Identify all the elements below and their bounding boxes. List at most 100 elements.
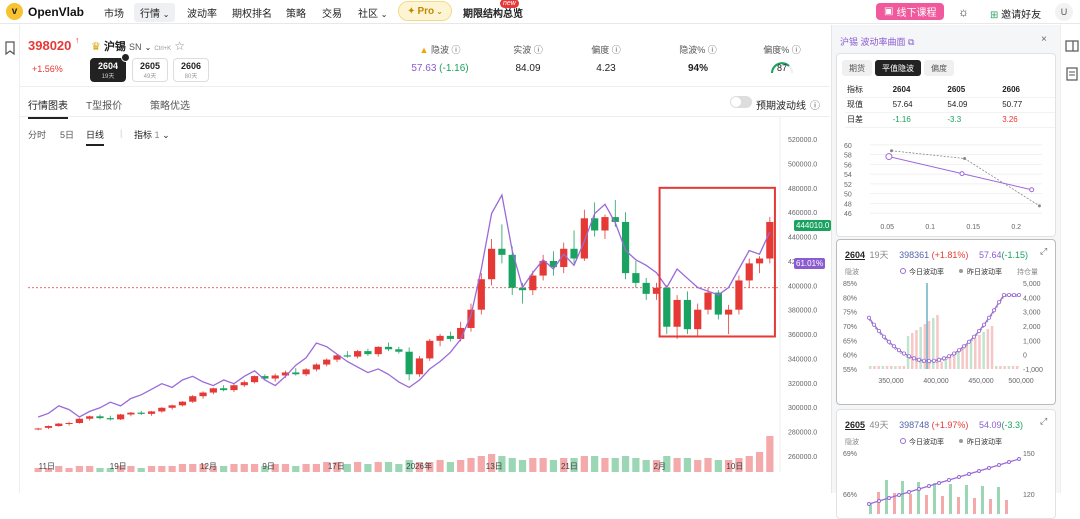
- bookmark-icon[interactable]: [4, 41, 16, 55]
- y2-tick-label: -1,000: [1023, 367, 1043, 374]
- help-icon[interactable]: ⓘ: [451, 45, 460, 55]
- y-tick-label: 60%: [843, 353, 857, 360]
- y2-tick-label: 4,000: [1023, 295, 1041, 302]
- candle-body: [384, 346, 393, 350]
- nav-item-trade[interactable]: 交易: [322, 5, 342, 20]
- expand-icon[interactable]: ⤢: [1040, 416, 1047, 427]
- logo[interactable]: v OpenVlab: [6, 3, 84, 20]
- data-point: [1037, 204, 1041, 208]
- expected-vol-toggle[interactable]: [730, 96, 752, 108]
- oi-bar: [965, 344, 969, 369]
- data-point: [885, 153, 893, 161]
- tab-skew[interactable]: 偏度: [924, 60, 954, 76]
- legend-marker: [959, 269, 963, 273]
- table-cell: 50.77: [1000, 97, 1055, 113]
- metric-value: 87: [776, 63, 787, 73]
- help-icon[interactable]: ⓘ: [792, 45, 801, 55]
- y-tick-label: 400000.0: [788, 283, 817, 290]
- oi-bar: [1007, 366, 1011, 369]
- candle-body: [230, 385, 238, 391]
- volume-bar: [508, 458, 516, 472]
- volume-bar: [704, 458, 712, 472]
- tab-strategy[interactable]: 策略优选: [150, 97, 190, 112]
- symbol-selector[interactable]: ♛ 沪锡 SN ⌄ Ctrl+K ☆: [91, 38, 185, 54]
- data-point: [981, 322, 986, 327]
- x-tick-label: 17日: [328, 462, 345, 471]
- y-tick-label: 66%: [843, 492, 857, 499]
- contract-tab-2604[interactable]: 2604 19天: [90, 58, 126, 82]
- star-icon[interactable]: ☆: [174, 39, 185, 53]
- oi-bar: [877, 492, 880, 514]
- tab-t-quote[interactable]: T型报价: [86, 97, 122, 112]
- oi-bar: [902, 366, 906, 369]
- contract-days: 19天: [101, 74, 115, 80]
- invite-friends-link[interactable]: ⊞ 邀请好友: [990, 6, 1041, 21]
- oi-bar: [997, 487, 1000, 514]
- nav-item-community[interactable]: 社区 ⌄: [358, 5, 387, 20]
- table-header: 指标: [845, 82, 891, 98]
- contract-tab-2605[interactable]: 2605 49天: [132, 58, 168, 82]
- help-icon[interactable]: ⓘ: [708, 45, 717, 55]
- document-icon[interactable]: [1065, 67, 1079, 81]
- candle-body: [240, 382, 248, 386]
- help-icon[interactable]: ⓘ: [810, 97, 820, 112]
- oi-bar: [944, 359, 948, 369]
- tab-chart[interactable]: 行情图表: [28, 97, 68, 119]
- avatar[interactable]: U: [1055, 3, 1073, 21]
- y-tick-label: 55%: [843, 367, 857, 374]
- x-tick-label: 21日: [561, 462, 578, 471]
- nav-item-quotes[interactable]: 行情 ⌄: [134, 3, 176, 22]
- candle-body: [147, 411, 156, 414]
- oi-bar: [1011, 366, 1015, 369]
- candle-body: [570, 248, 578, 259]
- help-icon[interactable]: ⓘ: [612, 45, 621, 55]
- candlestick-chart[interactable]: 520000.0 500000.0 480000.0 460000.0 440000.0…: [20, 117, 830, 493]
- offline-course-button[interactable]: ▣ 线下课程: [876, 3, 945, 20]
- nav-item-market[interactable]: 市场: [104, 5, 124, 20]
- candle-body: [663, 287, 671, 327]
- oi-bar: [957, 497, 960, 514]
- panel-title[interactable]: 沪锡 波动率曲面: [840, 37, 906, 47]
- tab-atm-iv[interactable]: 平值隐波: [875, 60, 921, 76]
- smile-card-2605[interactable]: 2605 49天 398748 (+1.97%) 54.09(-3.3) ⤢ 隐…: [836, 409, 1056, 519]
- close-icon[interactable]: ×: [1041, 34, 1047, 45]
- smile-card-2604[interactable]: 2604 19天 398361 (+1.81%) 57.64(-1.15) ⤢ …: [836, 239, 1056, 405]
- legend-label: 昨日波动率: [967, 267, 1002, 276]
- y2-tick-label: 5,000: [1023, 281, 1041, 288]
- legend-label: 今日波动率: [909, 267, 944, 276]
- x-tick-label: 2026年: [406, 461, 432, 471]
- legend-marker: [900, 268, 906, 274]
- data-point: [967, 472, 971, 476]
- nav-item-volatility[interactable]: 波动率: [187, 5, 217, 20]
- collapse-panel-icon[interactable]: [1065, 39, 1079, 53]
- data-point: [1001, 292, 1006, 297]
- table-row: 日差 -1.16 -3.3 3.26: [845, 112, 1055, 128]
- volume-bar: [683, 458, 692, 472]
- volume-bar: [178, 464, 187, 472]
- contract-code: 2605: [139, 61, 161, 71]
- nav-item-strategy[interactable]: 策略: [286, 5, 306, 20]
- oi-bar: [949, 484, 952, 514]
- nav-item-option-rank[interactable]: 期权排名: [232, 5, 272, 20]
- oi-bar: [925, 495, 928, 514]
- tab-futures[interactable]: 期货: [842, 60, 872, 76]
- data-point: [957, 348, 962, 353]
- oi-bar: [978, 335, 981, 369]
- expand-icon[interactable]: ⤢: [1040, 246, 1047, 257]
- volume-bar: [580, 456, 588, 472]
- contract-days: 49天: [143, 74, 157, 80]
- oi-bar: [969, 341, 973, 369]
- volume-bar: [312, 464, 321, 472]
- contract-tab-2606[interactable]: 2606 80天: [173, 58, 209, 82]
- chart-area: 分时 5日 日线 | 指标 1 ⌄ 520000.0 500000.0 480000…: [20, 117, 832, 493]
- external-link-icon[interactable]: ⧉: [908, 37, 914, 47]
- atm-iv-mini-chart[interactable]: 60 58 56 54 52 50 48 46 0.05 0.1 0.15 0.2: [842, 132, 1052, 232]
- oi-bar: [995, 366, 998, 369]
- chevron-down-icon: ⌄: [436, 6, 443, 16]
- y-tick-label: 46: [844, 211, 852, 218]
- pro-button[interactable]: ✦ Pro ⌄: [398, 1, 452, 21]
- help-icon[interactable]: ⓘ: [534, 45, 543, 55]
- theme-toggle-icon[interactable]: ☼: [958, 5, 969, 19]
- x-tick-label: 0.2: [1011, 224, 1021, 231]
- y-tick-label: 520000.0: [788, 137, 817, 144]
